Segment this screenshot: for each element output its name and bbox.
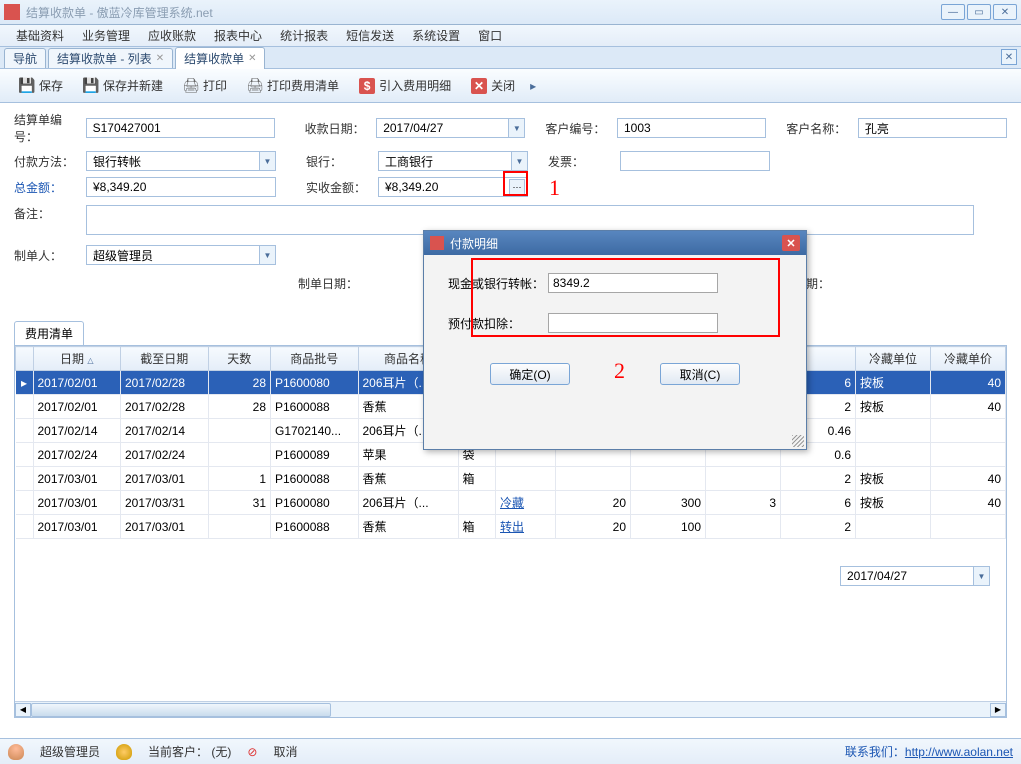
close-icon: ✕ — [471, 78, 487, 94]
close-window-button[interactable]: ✕ — [993, 4, 1017, 20]
window-title: 结算收款单 - 傲蓝冷库管理系统.net — [26, 4, 941, 21]
horizontal-scrollbar[interactable]: ◀ ▶ — [15, 701, 1006, 717]
bank-label: 银行： — [306, 153, 366, 170]
dialog-close-button[interactable]: ✕ — [782, 235, 800, 251]
print-button[interactable]: 🖨打印 — [174, 72, 236, 99]
dollar-icon: $ — [359, 78, 375, 94]
table-row[interactable]: 2017/03/012017/03/3131P1600080206耳片（...冷… — [16, 491, 1006, 515]
window-titlebar: 结算收款单 - 傲蓝冷库管理系统.net — ▭ ✕ — [0, 0, 1021, 25]
id-label: 结算单编号： — [14, 111, 86, 145]
operation-link[interactable]: 转出 — [500, 520, 524, 534]
app-icon — [4, 4, 20, 20]
pay-method-combo[interactable]: ▼ — [86, 151, 276, 171]
pay-method-label: 付款方法： — [14, 153, 86, 170]
printer-icon: 🖨 — [183, 78, 199, 94]
maker-combo[interactable]: ▼ — [86, 245, 276, 265]
user-icon — [8, 744, 24, 760]
save-new-icon: 💾 — [83, 78, 99, 94]
chevron-down-icon: ▼ — [511, 152, 527, 170]
tab-fee-list[interactable]: 费用清单 — [14, 321, 84, 345]
scroll-thumb[interactable] — [31, 703, 331, 717]
toolbar: 💾保存 💾保存并新建 🖨打印 🖨打印费用清单 $引入费用明细 ✕关闭 ▸ — [0, 69, 1021, 103]
save-icon: 💾 — [19, 78, 35, 94]
dialog-title: 付款明细 — [450, 235, 498, 252]
total-field[interactable] — [86, 177, 276, 197]
cash-input[interactable] — [548, 273, 718, 293]
review-date-label: 期： — [806, 275, 878, 292]
cancel-button[interactable]: 取消(C) — [660, 363, 740, 385]
menu-business[interactable]: 业务管理 — [74, 25, 138, 46]
table-row[interactable]: 2017/03/012017/03/011P1600088香蕉箱2按板40 — [16, 467, 1006, 491]
dialog-titlebar[interactable]: 付款明细 ✕ — [424, 231, 806, 255]
contact-link[interactable]: 联系我们：http://www.aolan.net — [845, 743, 1013, 760]
menu-window[interactable]: 窗口 — [470, 25, 510, 46]
menu-stats[interactable]: 统计报表 — [272, 25, 336, 46]
status-bar: 超级管理员 当前客户： (无) ⊘ 取消 联系我们：http://www.aol… — [0, 738, 1021, 764]
save-new-button[interactable]: 💾保存并新建 — [74, 72, 172, 99]
close-icon[interactable]: ✕ — [156, 53, 164, 64]
menu-receivable[interactable]: 应收账款 — [140, 25, 204, 46]
recv-date-field[interactable]: ▼ — [376, 118, 525, 138]
tab-list[interactable]: 结算收款单 - 列表✕ — [48, 48, 173, 68]
user-icon — [116, 744, 132, 760]
import-fee-button[interactable]: $引入费用明细 — [350, 72, 460, 99]
table-row[interactable]: 2017/03/012017/03/01P1600088香蕉箱转出201002 — [16, 515, 1006, 539]
operation-link[interactable]: 冷藏 — [500, 496, 524, 510]
print-fee-button[interactable]: 🖨打印费用清单 — [238, 72, 348, 99]
menu-settings[interactable]: 系统设置 — [404, 25, 468, 46]
close-icon[interactable]: ✕ — [248, 53, 256, 64]
menu-basic[interactable]: 基础资料 — [8, 25, 72, 46]
dialog-icon — [430, 236, 444, 250]
save-button[interactable]: 💾保存 — [10, 72, 72, 99]
payment-detail-dialog: 付款明细 ✕ 现金或银行转帐： 预付款扣除： 确定(O) 取消(C) — [423, 230, 807, 450]
scroll-right-button[interactable]: ▶ — [990, 703, 1006, 717]
resize-grip[interactable] — [792, 435, 804, 447]
current-customer-label: 当前客户： (无) — [148, 743, 231, 760]
actual-label: 实收金额： — [306, 179, 378, 196]
close-button[interactable]: ✕关闭 — [462, 72, 524, 99]
prepay-input[interactable] — [548, 313, 718, 333]
scroll-left-button[interactable]: ◀ — [15, 703, 31, 717]
chevron-down-icon: ▼ — [259, 152, 275, 170]
make-date-label: 制单日期： — [298, 275, 370, 292]
id-field[interactable] — [86, 118, 275, 138]
actual-field[interactable]: ⋯ — [378, 177, 528, 197]
tab-nav[interactable]: 导航 — [4, 48, 46, 68]
remark-label: 备注： — [14, 205, 86, 222]
review-date-field[interactable]: ▼ — [840, 566, 990, 586]
cancel-icon: ⊘ — [247, 745, 257, 759]
recv-date-label: 收款日期： — [305, 120, 377, 137]
ok-button[interactable]: 确定(O) — [490, 363, 570, 385]
invoice-field[interactable] — [620, 151, 770, 171]
maker-label: 制单人： — [14, 247, 86, 264]
invoice-label: 发票： — [548, 153, 620, 170]
annotation-label-2: 2 — [614, 358, 625, 384]
cust-no-field[interactable] — [617, 118, 766, 138]
cust-name-field[interactable] — [858, 118, 1007, 138]
tab-detail[interactable]: 结算收款单✕ — [175, 47, 265, 69]
chevron-down-icon: ▼ — [508, 119, 524, 137]
bank-combo[interactable]: ▼ — [378, 151, 528, 171]
chevron-down-icon: ▼ — [973, 567, 989, 585]
menu-bar: 基础资料 业务管理 应收账款 报表中心 统计报表 短信发送 系统设置 窗口 — [0, 25, 1021, 47]
cash-label: 现金或银行转帐： — [448, 275, 548, 292]
annotation-label-1: 1 — [549, 175, 560, 201]
chevron-down-icon: ▼ — [259, 246, 275, 264]
document-tabs: 导航 结算收款单 - 列表✕ 结算收款单✕ ✕ — [0, 47, 1021, 69]
printer-icon: 🖨 — [247, 78, 263, 94]
menu-reports[interactable]: 报表中心 — [206, 25, 270, 46]
toolbar-overflow-button[interactable]: ▸ — [526, 75, 540, 97]
maximize-button[interactable]: ▭ — [967, 4, 991, 20]
minimize-button[interactable]: — — [941, 4, 965, 20]
cust-name-label: 客户名称： — [786, 120, 858, 137]
total-label: 总金额： — [14, 179, 86, 196]
prepay-label: 预付款扣除： — [448, 315, 548, 332]
status-user: 超级管理员 — [40, 743, 100, 760]
menu-sms[interactable]: 短信发送 — [338, 25, 402, 46]
ellipsis-button[interactable]: ⋯ — [509, 179, 525, 195]
tabs-close-all-button[interactable]: ✕ — [1001, 49, 1017, 65]
status-cancel[interactable]: 取消 — [273, 743, 297, 760]
cust-no-label: 客户编号： — [545, 120, 617, 137]
